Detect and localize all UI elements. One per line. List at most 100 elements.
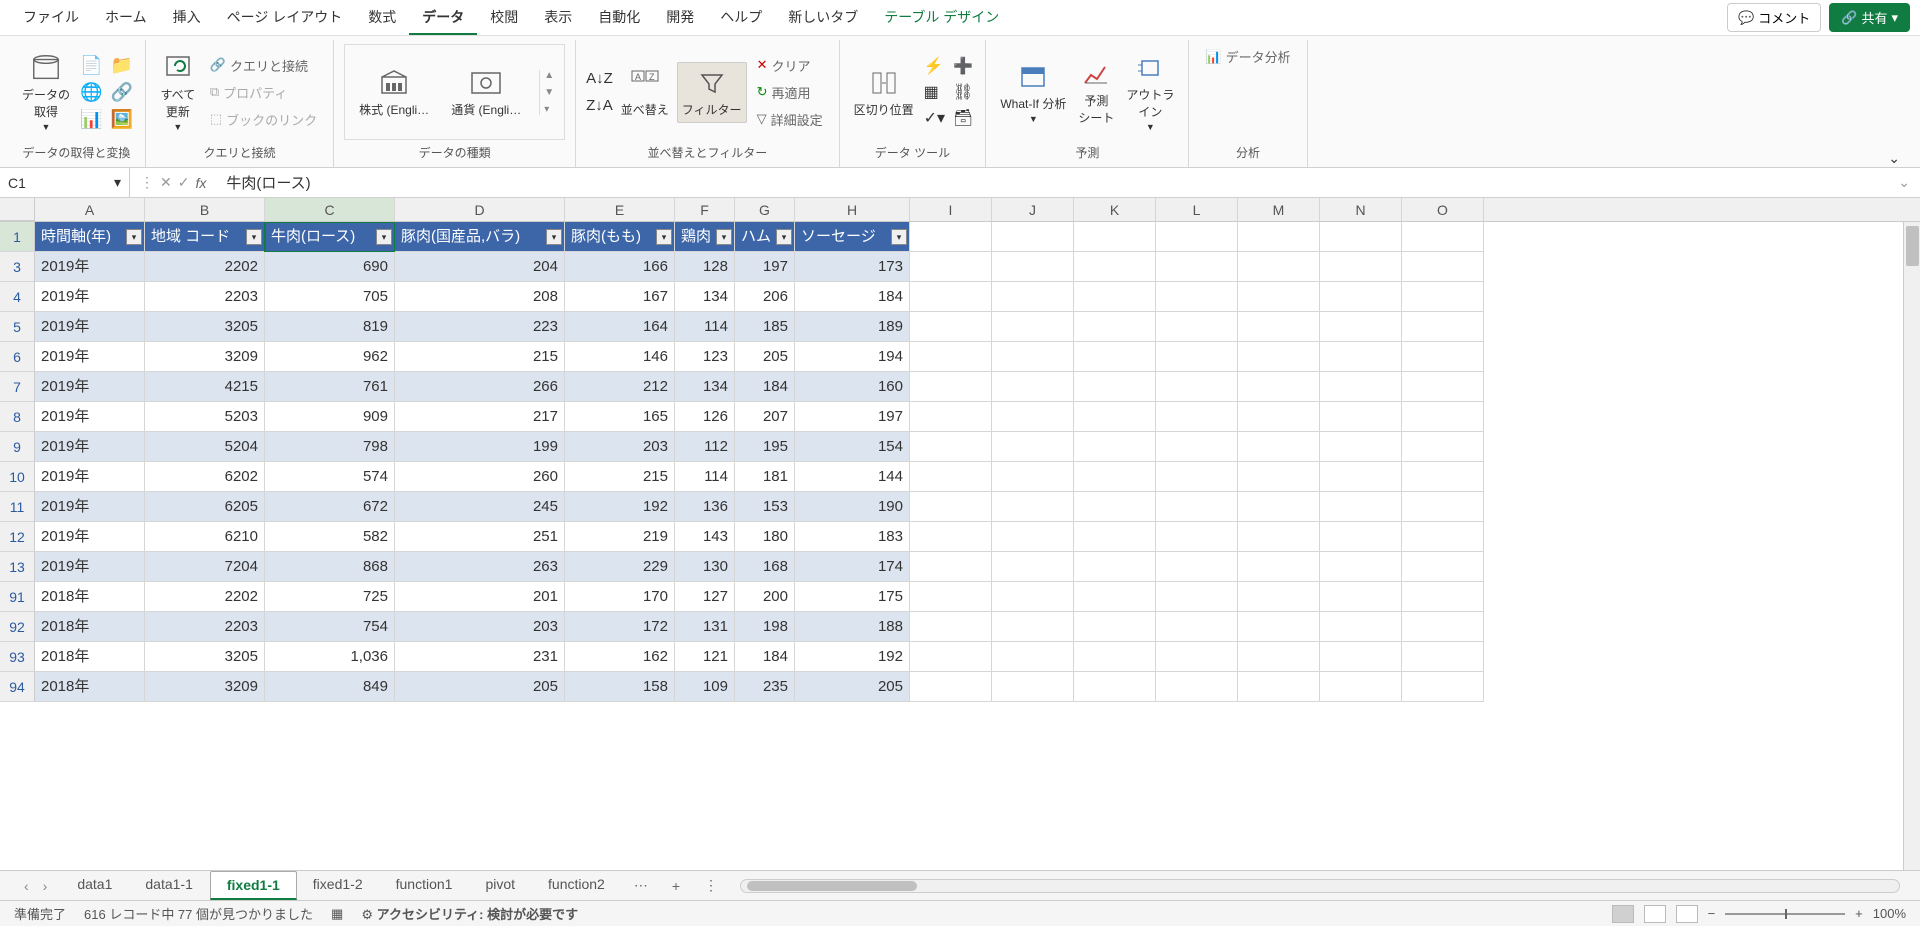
menu-表示[interactable]: 表示 [531,1,585,35]
cell[interactable]: 2019年 [35,522,145,552]
cell[interactable] [1402,342,1484,372]
cell[interactable] [910,672,992,702]
menu-ファイル[interactable]: ファイル [10,1,92,35]
cell[interactable] [1156,342,1238,372]
cell[interactable]: 761 [265,372,395,402]
cell[interactable] [1320,252,1402,282]
page-layout-view-button[interactable] [1644,905,1666,923]
cell[interactable]: 235 [735,672,795,702]
confirm-icon[interactable]: ✓ [178,174,190,191]
cell[interactable]: 204 [395,252,565,282]
column-header-K[interactable]: K [1074,198,1156,221]
flash-fill-icon[interactable]: ⚡ [922,54,947,78]
cell[interactable] [1402,372,1484,402]
cell[interactable]: 2019年 [35,402,145,432]
cell[interactable]: 5204 [145,432,265,462]
filter-dropdown-icon[interactable]: ▾ [776,229,792,245]
cell[interactable]: 260 [395,462,565,492]
cell[interactable]: 962 [265,342,395,372]
cell[interactable]: 181 [735,462,795,492]
consolidate-icon[interactable]: ➕ [951,54,975,78]
cell[interactable] [1402,282,1484,312]
cell[interactable] [1238,372,1320,402]
cell[interactable]: 136 [675,492,735,522]
data-model-icon[interactable]: 🗃 [951,106,975,130]
row-header[interactable]: 12 [0,522,35,552]
table-header-cell[interactable]: 鶏肉▾ [675,222,735,252]
cell[interactable] [1238,222,1320,252]
cell[interactable]: 574 [265,462,395,492]
from-table-icon[interactable]: 📊 [78,107,104,132]
cell[interactable]: 184 [795,282,910,312]
cell[interactable]: 168 [735,552,795,582]
column-header-M[interactable]: M [1238,198,1320,221]
row-header[interactable]: 11 [0,492,35,522]
filter-button[interactable]: フィルター [677,62,747,123]
row-header[interactable]: 6 [0,342,35,372]
cell[interactable] [1156,432,1238,462]
cell[interactable] [1156,372,1238,402]
cell[interactable]: 190 [795,492,910,522]
name-box[interactable]: C1 ▾ [0,168,130,197]
queries-connections-button[interactable]: 🔗クエリと接続 [204,53,314,78]
from-text-icon[interactable]: 📄 [78,53,104,78]
cell[interactable] [1156,642,1238,672]
cell[interactable]: 175 [795,582,910,612]
cell[interactable] [1402,612,1484,642]
cell[interactable] [1238,642,1320,672]
cell[interactable]: 112 [675,432,735,462]
row-header[interactable]: 9 [0,432,35,462]
cell[interactable] [910,492,992,522]
column-header-L[interactable]: L [1156,198,1238,221]
advanced-filter-button[interactable]: ▽詳細設定 [751,107,829,132]
zoom-in-button[interactable]: + [1855,906,1863,921]
sheet-options-button[interactable]: ⋮ [692,877,730,894]
cell[interactable]: 2019年 [35,282,145,312]
cell[interactable] [1156,672,1238,702]
cell[interactable]: 205 [395,672,565,702]
cell[interactable] [992,372,1074,402]
cell[interactable] [1074,522,1156,552]
cell[interactable]: 251 [395,522,565,552]
cell[interactable]: 217 [395,402,565,432]
cell[interactable]: 197 [795,402,910,432]
cell[interactable]: 194 [795,342,910,372]
cell[interactable] [1402,432,1484,462]
menu-新しいタブ[interactable]: 新しいタブ [775,1,871,35]
stocks-type-button[interactable]: 株式 (Engli… [355,65,433,120]
cell[interactable] [1156,522,1238,552]
column-header-N[interactable]: N [1320,198,1402,221]
sort-desc-button[interactable]: Z↓A [586,97,613,114]
filter-dropdown-icon[interactable]: ▾ [376,229,392,245]
cell[interactable] [1238,312,1320,342]
cell[interactable] [910,282,992,312]
menu-ホーム[interactable]: ホーム [92,1,160,35]
get-data-button[interactable]: データの 取得 ▼ [18,50,74,134]
cell[interactable] [1320,672,1402,702]
cell[interactable]: 1,036 [265,642,395,672]
cell[interactable] [992,252,1074,282]
cell[interactable] [1402,492,1484,522]
cell[interactable] [1238,672,1320,702]
cell[interactable]: 215 [565,462,675,492]
cell[interactable]: 166 [565,252,675,282]
cell[interactable] [1156,582,1238,612]
cell[interactable]: 5203 [145,402,265,432]
menu-データ[interactable]: データ [409,1,477,35]
cell[interactable] [1074,342,1156,372]
normal-view-button[interactable] [1612,905,1634,923]
cell[interactable] [1074,462,1156,492]
scrollbar-thumb[interactable] [747,881,917,891]
column-header-C[interactable]: C [265,198,395,221]
cell[interactable]: 6202 [145,462,265,492]
chevron-down-icon[interactable]: ▾ [114,174,121,191]
column-header-J[interactable]: J [992,198,1074,221]
cell[interactable] [910,312,992,342]
menu-自動化[interactable]: 自動化 [585,1,653,35]
table-header-cell[interactable]: 牛肉(ロース)▾ [265,222,395,252]
cell[interactable]: 849 [265,672,395,702]
cell[interactable] [1320,402,1402,432]
row-header[interactable]: 92 [0,612,35,642]
cell[interactable]: 203 [395,612,565,642]
zoom-slider[interactable] [1725,913,1845,915]
